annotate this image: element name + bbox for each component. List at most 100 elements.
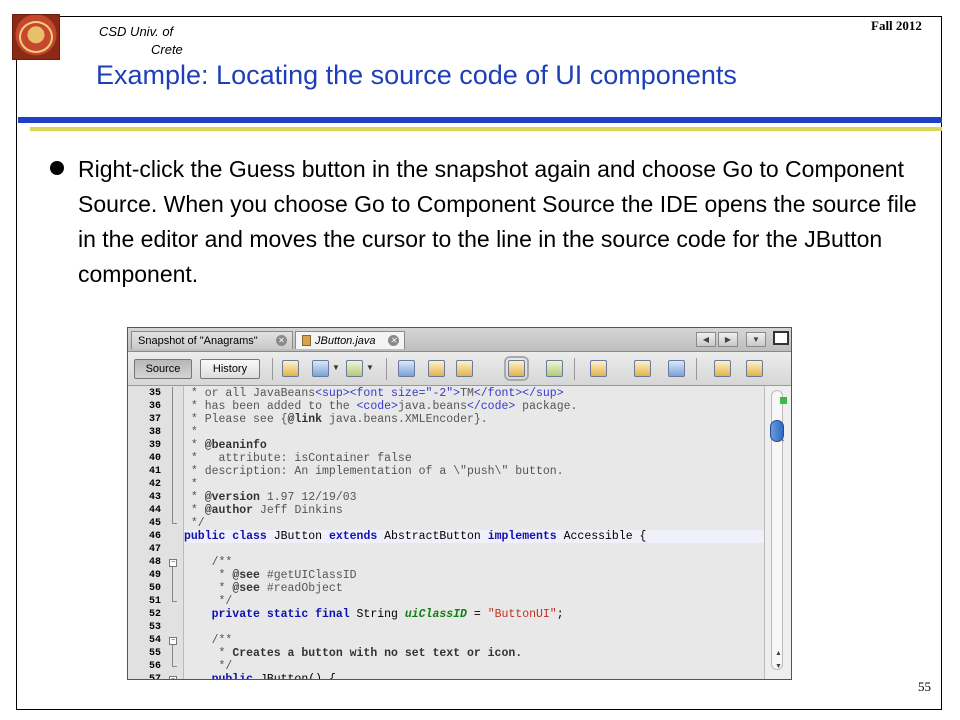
code-token: Creates a button with no set text or ico…	[232, 647, 523, 660]
code-line[interactable]: * @see #readObject	[184, 582, 764, 595]
institution-name: CSD Univ. of	[99, 24, 174, 39]
line-number: 43	[148, 492, 161, 503]
code-token: </font></sup>	[473, 387, 564, 400]
toggle-bookmark-icon[interactable]	[668, 360, 685, 377]
line-number: 55	[148, 648, 161, 659]
code-token: */	[184, 595, 233, 608]
code-line[interactable]: * or all JavaBeans<sup><font size="-2">T…	[184, 387, 764, 400]
code-token: () {	[308, 673, 336, 679]
bullet-paragraph: Right-click the Guess button in the snap…	[78, 156, 917, 287]
line-number: 52	[148, 609, 161, 620]
previous-bookmark-icon[interactable]	[590, 360, 607, 377]
maximize-window-button[interactable]	[773, 331, 789, 345]
code-token: *	[184, 647, 233, 660]
find-previous-icon[interactable]	[428, 360, 445, 377]
fold-end-marker	[172, 666, 177, 667]
show-opened-documents-button[interactable]: ▼	[746, 332, 766, 347]
line-number: 38	[148, 427, 161, 438]
vertical-scrollbar[interactable]: ▲ ▼	[764, 386, 791, 679]
code-line[interactable]: * @author Jeff Dinkins	[184, 504, 764, 517]
editor-toolbar: Source History ▼ ▼	[128, 352, 791, 386]
code-token: *	[184, 504, 205, 517]
code-token: @link	[287, 413, 323, 426]
previous-edit-icon[interactable]	[312, 360, 329, 377]
ide-snapshot: Snapshot of "Anagrams" ✕ JButton.java ✕ …	[127, 327, 792, 680]
code-line[interactable]: * @see #getUIClassID	[184, 569, 764, 582]
line-number: 50	[148, 583, 161, 594]
code-editor[interactable]: 35 36 37 38 39 40 41 42 43 44 45 46 47 48 49 50 51 52 53 54…	[128, 386, 791, 679]
current-code-line[interactable]: public class JButton extends AbstractBut…	[184, 530, 764, 543]
toolbar-separator	[574, 358, 575, 380]
editor-tab-bar: Snapshot of "Anagrams" ✕ JButton.java ✕ …	[128, 328, 791, 352]
fold-toggle-icon[interactable]: −	[169, 676, 177, 679]
code-area[interactable]: * or all JavaBeans<sup><font size="-2">T…	[184, 386, 764, 679]
code-line[interactable]: /**	[184, 556, 764, 569]
scroll-up-icon[interactable]: ▲	[775, 650, 782, 657]
source-tab-button[interactable]: Source	[134, 359, 192, 379]
close-icon[interactable]: ✕	[276, 335, 287, 346]
line-number: 51	[148, 596, 161, 607]
line-number: 45	[148, 518, 161, 529]
code-line[interactable]: private static final String uiClassID = …	[184, 608, 764, 621]
code-token: @version	[204, 491, 260, 504]
toolbar-separator	[696, 358, 697, 380]
code-line[interactable]: public JButton() {	[184, 673, 764, 679]
history-tab-button[interactable]: History	[200, 359, 260, 379]
code-line[interactable]: * @version 1.97 12/19/03	[184, 491, 764, 504]
code-line[interactable]: /**	[184, 634, 764, 647]
fold-end-marker	[172, 601, 177, 602]
code-token: * has been added to the	[184, 400, 357, 413]
chevron-down-icon[interactable]: ▼	[366, 363, 374, 372]
code-token: <sup><font size="-2">	[315, 387, 461, 400]
fold-end-marker	[172, 523, 177, 524]
shift-right-icon[interactable]	[746, 360, 763, 377]
bullet-icon	[50, 161, 64, 175]
code-line[interactable]: * @beaninfo	[184, 439, 764, 452]
code-line[interactable]: *	[184, 426, 764, 439]
code-line[interactable]: */	[184, 595, 764, 608]
code-line[interactable]	[184, 621, 764, 634]
code-line[interactable]	[184, 543, 764, 556]
code-token: extends	[328, 530, 385, 543]
chevron-down-icon[interactable]: ▼	[332, 363, 340, 372]
fold-toggle-icon[interactable]: −	[169, 637, 177, 645]
code-token: */	[184, 660, 233, 673]
find-icon[interactable]	[398, 360, 415, 377]
scroll-tabs-right-button[interactable]: ▶	[718, 332, 738, 347]
code-token: *	[184, 491, 205, 504]
scroll-tabs-left-button[interactable]: ◀	[696, 332, 716, 347]
line-number: 57	[128, 673, 161, 679]
tab-label: JButton.java	[315, 335, 376, 347]
close-icon[interactable]: ✕	[388, 335, 399, 346]
scroll-down-icon[interactable]: ▼	[775, 663, 782, 670]
back-icon[interactable]	[282, 360, 299, 377]
shift-left-icon[interactable]	[714, 360, 731, 377]
java-file-icon	[302, 335, 311, 346]
code-line[interactable]: * Creates a button with no set text or i…	[184, 647, 764, 660]
code-token: /**	[184, 634, 233, 647]
code-line[interactable]: * attribute: isContainer false	[184, 452, 764, 465]
tab-jbutton-java[interactable]: JButton.java ✕	[295, 331, 405, 349]
toolbar-separator	[272, 358, 273, 380]
code-line[interactable]: *	[184, 478, 764, 491]
fold-toggle-icon[interactable]: −	[169, 559, 177, 567]
code-line[interactable]: * description: An implementation of a \"…	[184, 465, 764, 478]
toggle-highlight-icon[interactable]	[504, 356, 529, 381]
code-line[interactable]: */	[184, 660, 764, 673]
line-number: 49	[148, 570, 161, 581]
toggle-rect-select-icon[interactable]	[546, 360, 563, 377]
line-number: 36	[148, 401, 161, 412]
find-next-icon[interactable]	[456, 360, 473, 377]
code-token: uiClassID	[404, 608, 467, 621]
code-line[interactable]: */	[184, 517, 764, 530]
code-line[interactable]: * has been added to the <code>java.beans…	[184, 400, 764, 413]
line-number: 48	[148, 557, 161, 568]
title-rule-yellow	[30, 127, 942, 131]
tab-snapshot[interactable]: Snapshot of "Anagrams" ✕	[131, 331, 293, 349]
next-edit-icon[interactable]	[346, 360, 363, 377]
code-line[interactable]: * Please see {@link java.beans.XMLEncode…	[184, 413, 764, 426]
code-token: java.beans.XMLEncoder}.	[322, 413, 488, 426]
code-token: * attribute: isContainer false	[184, 452, 412, 465]
code-token: implements	[487, 530, 564, 543]
next-bookmark-icon[interactable]	[634, 360, 651, 377]
